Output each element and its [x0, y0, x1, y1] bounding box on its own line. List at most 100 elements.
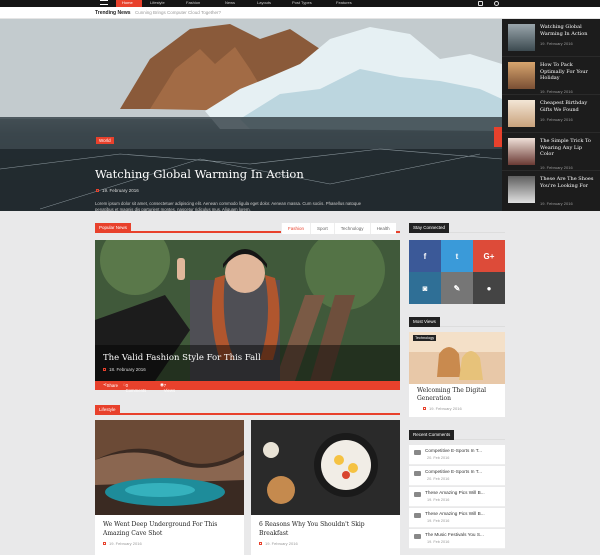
- google-plus-icon[interactable]: G+: [473, 240, 505, 272]
- nav-item-home[interactable]: Home: [122, 0, 133, 6]
- comments-label[interactable]: 0 Comments: [126, 383, 147, 393]
- calendar-icon: [103, 542, 106, 546]
- share-link[interactable]: ⋖ Share: [103, 382, 118, 388]
- comment-icon: [414, 471, 421, 476]
- hero-date: 19. February 2016: [96, 188, 139, 193]
- side-list-item[interactable]: These Are The Shoes You're Looking For 1…: [502, 171, 600, 209]
- recent-comment-date: 20. Feb 2016: [427, 477, 450, 481]
- featured-post-title[interactable]: The Valid Fashion Style For This Fall: [103, 353, 261, 363]
- side-list-item[interactable]: Cheapest Birthday Gifts We Found 19. Feb…: [502, 95, 600, 133]
- edit-glyph: ✎: [453, 283, 461, 293]
- recent-comment-title[interactable]: These Amazing Pics Will B...: [425, 511, 485, 516]
- side-item-date: 19. February 2016: [540, 89, 573, 94]
- popular-news-label: Popular News: [95, 223, 132, 233]
- calendar-icon: [96, 189, 99, 193]
- most-views-card[interactable]: Technology Welcoming The Digital Generat…: [409, 332, 505, 417]
- recent-comment-item[interactable]: Competitive E-Sports In T... 20. Feb 201…: [409, 466, 505, 486]
- recent-comment-item[interactable]: These Amazing Pics Will B... 19. Feb 201…: [409, 487, 505, 507]
- featured-post-meta-bar: ⋖ Share ◌ 0 Comments ◉ 7 Views: [95, 381, 400, 393]
- side-list-item[interactable]: Watching Global Warming In Action 19. Fe…: [502, 19, 600, 57]
- recent-comment-item[interactable]: These Amazing Pics Will B... 19. Feb 201…: [409, 508, 505, 528]
- chat-icon[interactable]: ●: [473, 272, 505, 304]
- slider-next-tab[interactable]: [494, 127, 502, 147]
- hero-side-list: Watching Global Warming In Action 19. Fe…: [502, 19, 600, 211]
- comment-icon: [414, 513, 421, 518]
- lifestyle-card-title[interactable]: 6 Reasons Why You Shouldn't Skip Breakfa…: [259, 520, 394, 538]
- hero-category-badge[interactable]: World: [96, 137, 114, 144]
- instagram-icon[interactable]: ◙: [409, 272, 441, 304]
- lifestyle-card-date: 19. February 2016: [259, 541, 298, 546]
- side-item-title[interactable]: How To Pack Optimally For Your Holiday: [540, 62, 596, 82]
- hero-slider[interactable]: World Watching Global Warming In Action …: [0, 19, 502, 211]
- nav-item-features[interactable]: Features: [336, 0, 352, 6]
- recent-comment-item[interactable]: The Music Festivals You S... 19. Feb 201…: [409, 529, 505, 549]
- nav-item-post-types[interactable]: Post Types: [292, 0, 312, 6]
- side-item-title[interactable]: Cheapest Birthday Gifts We Found: [540, 100, 596, 113]
- lifestyle-card-date-text: 19. February 2016: [109, 541, 142, 546]
- recent-comments-header: Recent Comments: [409, 430, 505, 440]
- side-item-title[interactable]: These Are The Shoes You're Looking For: [540, 176, 596, 189]
- most-views-title[interactable]: Welcoming The Digital Generation: [417, 387, 503, 403]
- share-label[interactable]: Share: [107, 383, 118, 388]
- featured-post[interactable]: The Valid Fashion Style For This Fall 18…: [95, 240, 400, 381]
- tab-fashion[interactable]: Fashion: [281, 223, 310, 234]
- hero-title[interactable]: Watching Global Warming In Action: [95, 167, 304, 181]
- recent-comment-title[interactable]: The Music Festivals You S...: [425, 532, 484, 537]
- recent-comment-date: 19. Feb 2016: [427, 498, 450, 502]
- side-item-date: 19. February 2016: [540, 117, 573, 122]
- side-item-thumb: [508, 100, 535, 127]
- twitter-icon[interactable]: t: [441, 240, 473, 272]
- side-item-thumb: [508, 138, 535, 165]
- side-item-title[interactable]: Watching Global Warming In Action: [540, 24, 596, 37]
- lifestyle-card-title[interactable]: We Went Deep Underground For This Amazin…: [103, 520, 238, 538]
- hero-image: [0, 19, 502, 211]
- views-label: 7 Views: [163, 383, 176, 393]
- featured-post-date: 18. February 2016: [103, 367, 146, 372]
- side-item-title[interactable]: The Simple Trick To Wearing Any Lip Colo…: [540, 138, 596, 158]
- hero-date-text: 19. February 2016: [102, 188, 139, 193]
- search-icon[interactable]: [494, 1, 499, 6]
- lifestyle-card[interactable]: We Went Deep Underground For This Amazin…: [95, 420, 244, 555]
- tab-health[interactable]: Health: [369, 223, 396, 234]
- user-icon[interactable]: [478, 1, 483, 6]
- most-views-date-text: 19. February 2016: [429, 406, 462, 411]
- tab-technology[interactable]: Technology: [333, 223, 370, 234]
- lifestyle-label: Lifestyle: [95, 405, 120, 415]
- nav-item-fashion[interactable]: Fashion: [186, 0, 200, 6]
- recent-comment-title[interactable]: These Amazing Pics Will B...: [425, 490, 485, 495]
- side-list-item[interactable]: How To Pack Optimally For Your Holiday 1…: [502, 57, 600, 95]
- twitter-glyph: t: [455, 251, 459, 261]
- calendar-icon: [103, 368, 106, 372]
- side-item-date: 19. February 2016: [540, 41, 573, 46]
- nav-item-news[interactable]: News: [225, 0, 235, 6]
- recent-comment-title[interactable]: Competitive E-Sports In T...: [425, 448, 482, 453]
- most-views-tag[interactable]: Technology: [413, 335, 437, 341]
- lifestyle-card-image: [95, 420, 244, 515]
- lifestyle-card[interactable]: 6 Reasons Why You Shouldn't Skip Breakfa…: [251, 420, 400, 555]
- trending-headline[interactable]: Cunning Brings Computer Cloud Together?: [135, 10, 221, 15]
- side-item-thumb: [508, 176, 535, 203]
- side-item-thumb: [508, 24, 535, 51]
- facebook-icon[interactable]: f: [409, 240, 441, 272]
- nav-item-lifestyle[interactable]: Lifestyle: [150, 0, 165, 6]
- popular-news-tabs: Fashion Sport Technology Health: [281, 223, 396, 234]
- edit-icon[interactable]: ✎: [441, 272, 473, 304]
- side-list-item[interactable]: The Simple Trick To Wearing Any Lip Colo…: [502, 133, 600, 171]
- recent-comment-title[interactable]: Competitive E-Sports In T...: [425, 469, 482, 474]
- recent-comments-label: Recent Comments: [409, 430, 455, 440]
- lifestyle-card-image: [251, 420, 400, 515]
- side-item-thumb: [508, 62, 535, 89]
- comment-icon: [414, 450, 421, 455]
- most-views-date: 19. February 2016: [423, 406, 462, 411]
- hamburger-menu-icon[interactable]: [100, 0, 108, 5]
- tab-sport[interactable]: Sport: [310, 223, 334, 234]
- recent-comment-item[interactable]: Competitive E-Sports In T... 20. Feb 201…: [409, 445, 505, 465]
- nav-item-layouts[interactable]: Layouts: [257, 0, 271, 6]
- comment-icon: [414, 534, 421, 539]
- calendar-icon: [259, 542, 262, 546]
- facebook-glyph: f: [423, 251, 427, 261]
- comments-link[interactable]: ◌ 0 Comments: [123, 382, 146, 393]
- most-views-header: Most Views: [409, 317, 505, 327]
- recent-comment-date: 19. Feb 2016: [427, 540, 450, 544]
- side-item-date: 19. February 2016: [540, 165, 573, 170]
